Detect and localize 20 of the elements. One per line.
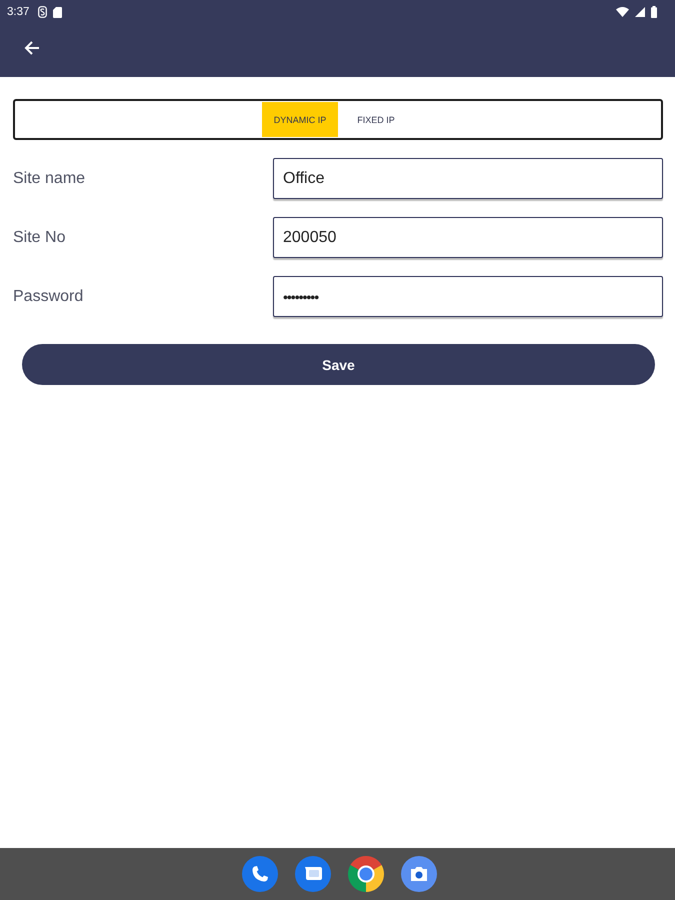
password-field[interactable]: ••••••••• [273, 276, 663, 317]
camera-icon[interactable] [401, 856, 437, 892]
back-arrow-icon [24, 40, 40, 56]
notification-icon [38, 6, 48, 18]
browser-icon[interactable] [348, 856, 384, 892]
status-time: 3:37 [7, 6, 30, 18]
signal-icon [635, 7, 645, 17]
field-label: Site name [13, 170, 86, 188]
mode-tab[interactable]: DYNAMIC IP [262, 102, 338, 137]
message-icon[interactable] [295, 856, 331, 892]
text-field[interactable]: 200050 [273, 217, 663, 258]
sd-card-icon [53, 6, 62, 18]
text-field[interactable]: Office [273, 158, 663, 199]
battery-icon [651, 6, 657, 18]
mode-tab[interactable]: FIXED IP [338, 102, 414, 137]
phone-icon[interactable] [242, 856, 278, 892]
field-label: Site No [13, 228, 66, 246]
wifi-icon [616, 7, 629, 17]
field-label: Password [13, 288, 84, 306]
save-button[interactable]: Save [22, 344, 655, 385]
